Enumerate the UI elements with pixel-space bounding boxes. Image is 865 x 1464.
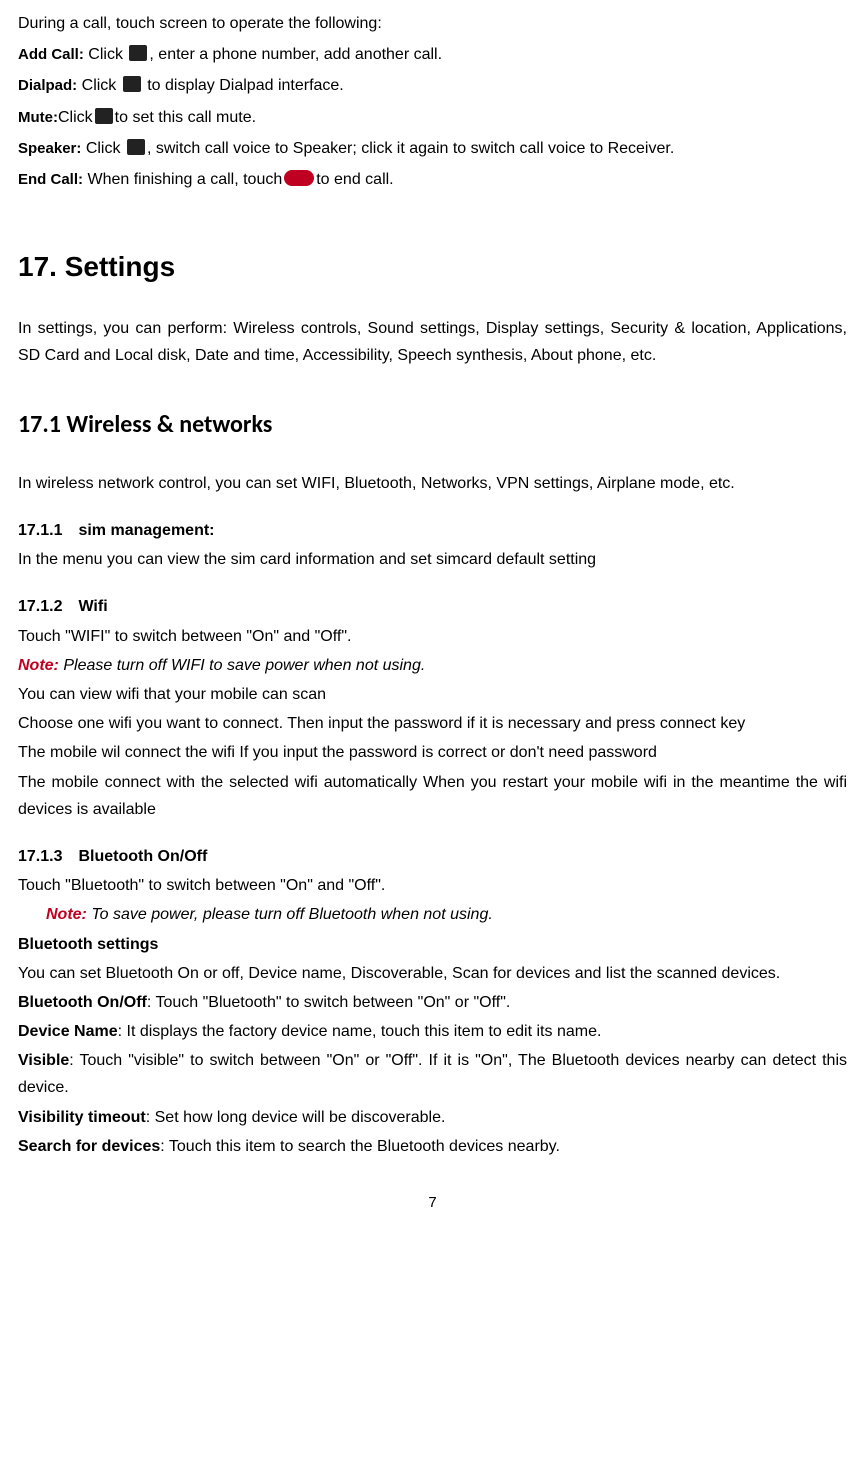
- wifi-scan-text: You can view wifi that your mobile can s…: [18, 681, 847, 708]
- bt-onoff-label: Bluetooth On/Off: [18, 994, 147, 1011]
- dialpad-icon: [123, 76, 141, 92]
- heading-17-1-1: 17.1.1 sim management:: [18, 517, 847, 544]
- heading-17-1-3: 17.1.3 Bluetooth On/Off: [18, 843, 847, 870]
- heading-17-1-2: 17.1.2 Wifi: [18, 593, 847, 620]
- bt-devicename-row: Device Name: It displays the factory dev…: [18, 1018, 847, 1045]
- wifi-auto-text: The mobile connect with the selected wif…: [18, 769, 847, 823]
- para-17-intro: In settings, you can perform: Wireless c…: [18, 315, 847, 369]
- def-add-call-pre: Click: [84, 46, 128, 63]
- title-17-1-3: Bluetooth On/Off: [78, 848, 207, 865]
- para-17-1-intro: In wireless network control, you can set…: [18, 470, 847, 497]
- def-speaker: Speaker: Click , switch call voice to Sp…: [18, 135, 847, 162]
- note-body-bt: To save power, please turn off Bluetooth…: [87, 906, 493, 923]
- bt-visible-row: Visible: Touch "visible" to switch betwe…: [18, 1047, 847, 1101]
- bt-settings-heading: Bluetooth settings: [18, 931, 847, 958]
- wifi-toggle-text: Touch "WIFI" to switch between "On" and …: [18, 623, 847, 650]
- bt-devicename-body: : It displays the factory device name, t…: [118, 1023, 602, 1040]
- def-add-call-post: , enter a phone number, add another call…: [149, 46, 442, 63]
- bt-visibility-timeout-row: Visibility timeout: Set how long device …: [18, 1104, 847, 1131]
- def-dialpad-pre: Click: [77, 77, 121, 94]
- bt-search-label: Search for devices: [18, 1138, 160, 1155]
- def-dialpad-label: Dialpad:: [18, 77, 77, 94]
- add-call-icon: [129, 45, 147, 61]
- bt-search-body: : Touch this item to search the Bluetoot…: [160, 1138, 560, 1155]
- def-end-call-label: End Call:: [18, 171, 83, 188]
- def-end-call-pre: When finishing a call, touch: [83, 171, 282, 188]
- def-speaker-label: Speaker:: [18, 140, 81, 157]
- call-intro: During a call, touch screen to operate t…: [18, 10, 847, 37]
- def-dialpad-post: to display Dialpad interface.: [143, 77, 344, 94]
- def-end-call-post: to end call.: [316, 171, 393, 188]
- def-dialpad: Dialpad: Click to display Dialpad interf…: [18, 72, 847, 99]
- def-add-call: Add Call: Click , enter a phone number, …: [18, 41, 847, 68]
- title-17-1-2: Wifi: [78, 598, 107, 615]
- def-speaker-pre: Click: [81, 140, 125, 157]
- def-mute-label: Mute:: [18, 109, 58, 126]
- note-body: Please turn off WIFI to save power when …: [59, 657, 425, 674]
- def-end-call: End Call: When finishing a call, touch to…: [18, 166, 847, 193]
- bt-settings-text: You can set Bluetooth On or off, Device …: [18, 960, 847, 987]
- def-speaker-post: , switch call voice to Speaker; click it…: [147, 140, 674, 157]
- num-17-1-3: 17.1.3: [18, 843, 74, 870]
- bt-search-row: Search for devices: Touch this item to s…: [18, 1133, 847, 1160]
- bt-visible-label: Visible: [18, 1052, 69, 1069]
- bt-toggle-text: Touch "Bluetooth" to switch between "On"…: [18, 872, 847, 899]
- bt-visible-body: : Touch "visible" to switch between "On"…: [18, 1052, 847, 1096]
- bt-devicename-label: Device Name: [18, 1023, 118, 1040]
- note-label-bt: Note:: [46, 906, 87, 923]
- bt-visibility-timeout-body: : Set how long device will be discoverab…: [146, 1109, 446, 1126]
- def-add-call-label: Add Call:: [18, 46, 84, 63]
- title-17-1-1: sim management:: [78, 522, 214, 539]
- mute-icon: [95, 108, 113, 124]
- heading-17: 17. Settings: [18, 243, 847, 291]
- def-mute-pre: Click: [58, 109, 93, 126]
- speaker-icon: [127, 139, 145, 155]
- def-mute: Mute:Click to set this call mute.: [18, 104, 847, 131]
- wifi-choose-text: Choose one wifi you want to connect. The…: [18, 710, 847, 737]
- wifi-connect-text: The mobile wil connect the wifi If you i…: [18, 739, 847, 766]
- page-number: 7: [18, 1190, 847, 1216]
- wifi-note: Note: Please turn off WIFI to save power…: [18, 652, 847, 679]
- num-17-1-1: 17.1.1: [18, 517, 74, 544]
- bt-note: Note: To save power, please turn off Blu…: [46, 901, 847, 928]
- bt-visibility-timeout-label: Visibility timeout: [18, 1109, 146, 1126]
- num-17-1-2: 17.1.2: [18, 593, 74, 620]
- note-label: Note:: [18, 657, 59, 674]
- body-17-1-1: In the menu you can view the sim card in…: [18, 546, 847, 573]
- end-call-icon: [284, 170, 314, 186]
- heading-17-1: 17.1 Wireless & networks: [18, 405, 847, 446]
- bt-onoff-body: : Touch "Bluetooth" to switch between "O…: [147, 994, 510, 1011]
- def-mute-post: to set this call mute.: [115, 109, 256, 126]
- bt-onoff-row: Bluetooth On/Off: Touch "Bluetooth" to s…: [18, 989, 847, 1016]
